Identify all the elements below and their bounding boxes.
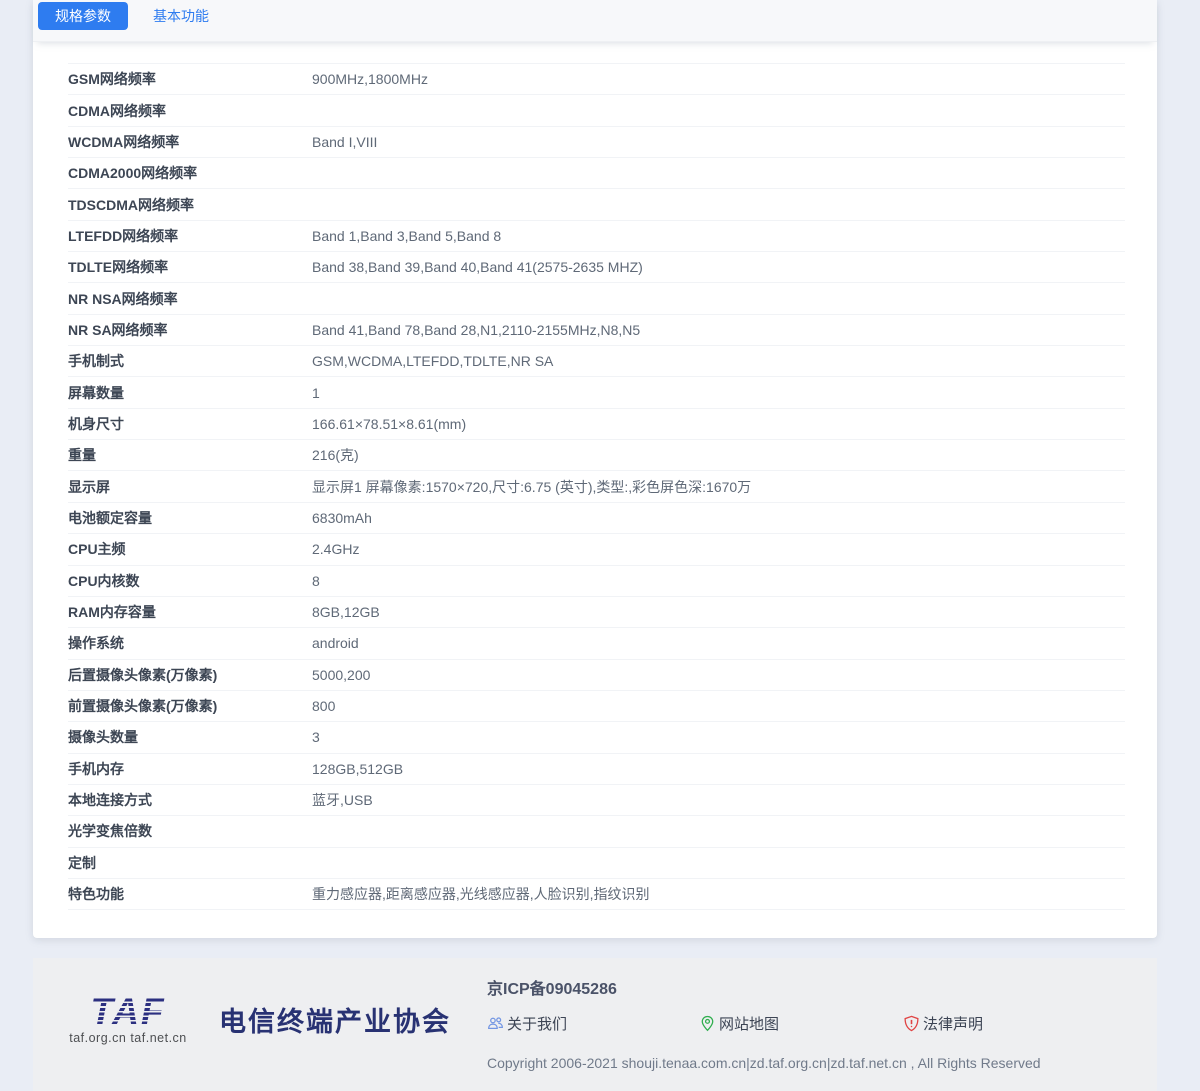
spec-label: 后置摄像头像素(万像素) [68,665,312,685]
table-row: CPU内核数 8 [68,566,1125,597]
spec-value: 6830mAh [312,510,372,526]
spec-value: GSM,WCDMA,LTEFDD,TDLTE,NR SA [312,353,553,369]
table-row: TDSCDMA网络频率 [68,189,1125,220]
table-row: NR NSA网络频率 [68,283,1125,314]
footer-link-legal[interactable]: 法律声明 [903,1013,983,1034]
table-row: WCDMA网络频率 Band I,VIII [68,127,1125,158]
table-row: RAM内存容量 8GB,12GB [68,597,1125,628]
table-row: GSM网络频率 900MHz,1800MHz [68,64,1125,95]
spec-value: 1 [312,385,320,401]
table-row: NR SA网络频率 Band 41,Band 78,Band 28,N1,211… [68,315,1125,346]
table-row: CDMA2000网络频率 [68,158,1125,189]
table-row: 前置摄像头像素(万像素) 800 [68,691,1125,722]
spec-label: 手机制式 [68,351,312,371]
spec-value: 显示屏1 屏幕像素:1570×720,尺寸:6.75 (英寸),类型:,彩色屏色… [312,477,751,497]
spec-value: Band 41,Band 78,Band 28,N1,2110-2155MHz,… [312,322,640,338]
spec-value: Band 38,Band 39,Band 40,Band 41(2575-263… [312,259,643,275]
table-row: CDMA网络频率 [68,95,1125,126]
spec-label: CDMA网络频率 [68,101,312,121]
spec-label: 屏幕数量 [68,383,312,403]
spec-value: 128GB,512GB [312,761,403,777]
spec-value: Band 1,Band 3,Band 5,Band 8 [312,228,501,244]
footer-link-about[interactable]: 关于我们 [487,1013,567,1034]
icp-number: 京ICP备09045286 [487,975,617,999]
table-row: 本地连接方式 蓝牙,USB [68,785,1125,816]
spec-label: 特色功能 [68,884,312,904]
spec-label: 重量 [68,445,312,465]
spec-value: 216(克) [312,445,359,465]
spec-label: CPU内核数 [68,571,312,591]
taf-logo-text: TAF [90,994,165,1030]
table-row: 显示屏 显示屏1 屏幕像素:1570×720,尺寸:6.75 (英寸),类型:,… [68,471,1125,502]
spec-value: 166.61×78.51×8.61(mm) [312,416,466,432]
spec-label: 前置摄像头像素(万像素) [68,696,312,716]
table-row: 机身尺寸 166.61×78.51×8.61(mm) [68,409,1125,440]
table-row: 手机内存 128GB,512GB [68,754,1125,785]
spec-label: LTEFDD网络频率 [68,226,312,246]
spec-label: GSM网络频率 [68,69,312,89]
spec-value: 900MHz,1800MHz [312,71,428,87]
spec-label: 电池额定容量 [68,508,312,528]
spec-value: 重力感应器,距离感应器,光线感应器,人脸识别,指纹识别 [312,884,650,904]
spec-value: 800 [312,698,335,714]
table-row: 特色功能 重力感应器,距离感应器,光线感应器,人脸识别,指纹识别 [68,879,1125,910]
spec-label: 本地连接方式 [68,790,312,810]
table-row: 电池额定容量 6830mAh [68,503,1125,534]
table-row: LTEFDD网络频率 Band 1,Band 3,Band 5,Band 8 [68,221,1125,252]
copyright-text: Copyright 2006-2021 shouji.tenaa.com.cn|… [487,1055,1041,1071]
spec-label: NR NSA网络频率 [68,289,312,309]
table-row: 摄像头数量 3 [68,722,1125,753]
footer-brand[interactable]: TAF taf.org.cn taf.net.cn 电信终端产业协会 [53,994,451,1045]
table-row: CPU主频 2.4GHz [68,534,1125,565]
spec-value: Band I,VIII [312,134,377,150]
spec-value: 2.4GHz [312,541,359,557]
taf-logo-domains: taf.org.cn taf.net.cn [53,1031,203,1045]
spec-label: WCDMA网络频率 [68,132,312,152]
spec-label: 显示屏 [68,477,312,497]
org-name: 电信终端产业协会 [219,1000,451,1039]
spec-label: 定制 [68,853,312,873]
table-row: 重量 216(克) [68,440,1125,471]
tab-bar: 规格参数 基本功能 [33,0,1157,42]
spec-label: NR SA网络频率 [68,320,312,340]
spec-label: TDLTE网络频率 [68,257,312,277]
table-row: TDLTE网络频率 Band 38,Band 39,Band 40,Band 4… [68,252,1125,283]
table-row: 光学变焦倍数 [68,816,1125,847]
footer: TAF taf.org.cn taf.net.cn 电信终端产业协会 京ICP备… [33,958,1157,1091]
users-icon [487,1015,504,1032]
table-row: 手机制式 GSM,WCDMA,LTEFDD,TDLTE,NR SA [68,346,1125,377]
table-row: 后置摄像头像素(万像素) 5000,200 [68,660,1125,691]
spec-value: android [312,635,359,651]
table-row: 操作系统 android [68,628,1125,659]
spec-value: 3 [312,729,320,745]
spec-label: CDMA2000网络频率 [68,163,312,183]
spec-value: 8GB,12GB [312,604,380,620]
spec-label: 摄像头数量 [68,727,312,747]
spec-value: 8 [312,573,320,589]
footer-link-label: 关于我们 [507,1013,567,1034]
spec-label: 机身尺寸 [68,414,312,434]
table-row: 屏幕数量 1 [68,377,1125,408]
spec-value: 蓝牙,USB [312,790,373,810]
spec-label: CPU主频 [68,539,312,559]
table-row: 定制 [68,848,1125,879]
tab-basic-functions[interactable]: 基本功能 [136,2,226,30]
footer-link-label: 法律声明 [923,1013,983,1034]
spec-label: 手机内存 [68,759,312,779]
spec-card: 规格参数 基本功能 GSM网络频率 900MHz,1800MHz CDMA网络频… [33,0,1157,938]
tab-spec-params[interactable]: 规格参数 [38,2,128,30]
location-pin-icon [699,1015,716,1032]
spec-value: 5000,200 [312,667,370,683]
spec-label: RAM内存容量 [68,602,312,622]
footer-link-sitemap[interactable]: 网站地图 [699,1013,779,1034]
spec-label: 光学变焦倍数 [68,821,312,841]
taf-logo: TAF taf.org.cn taf.net.cn [53,994,203,1045]
spec-label: TDSCDMA网络频率 [68,195,312,215]
spec-label: 操作系统 [68,633,312,653]
spec-table: GSM网络频率 900MHz,1800MHz CDMA网络频率 WCDMA网络频… [68,63,1125,910]
footer-link-label: 网站地图 [719,1013,779,1034]
shield-warning-icon [903,1015,920,1032]
